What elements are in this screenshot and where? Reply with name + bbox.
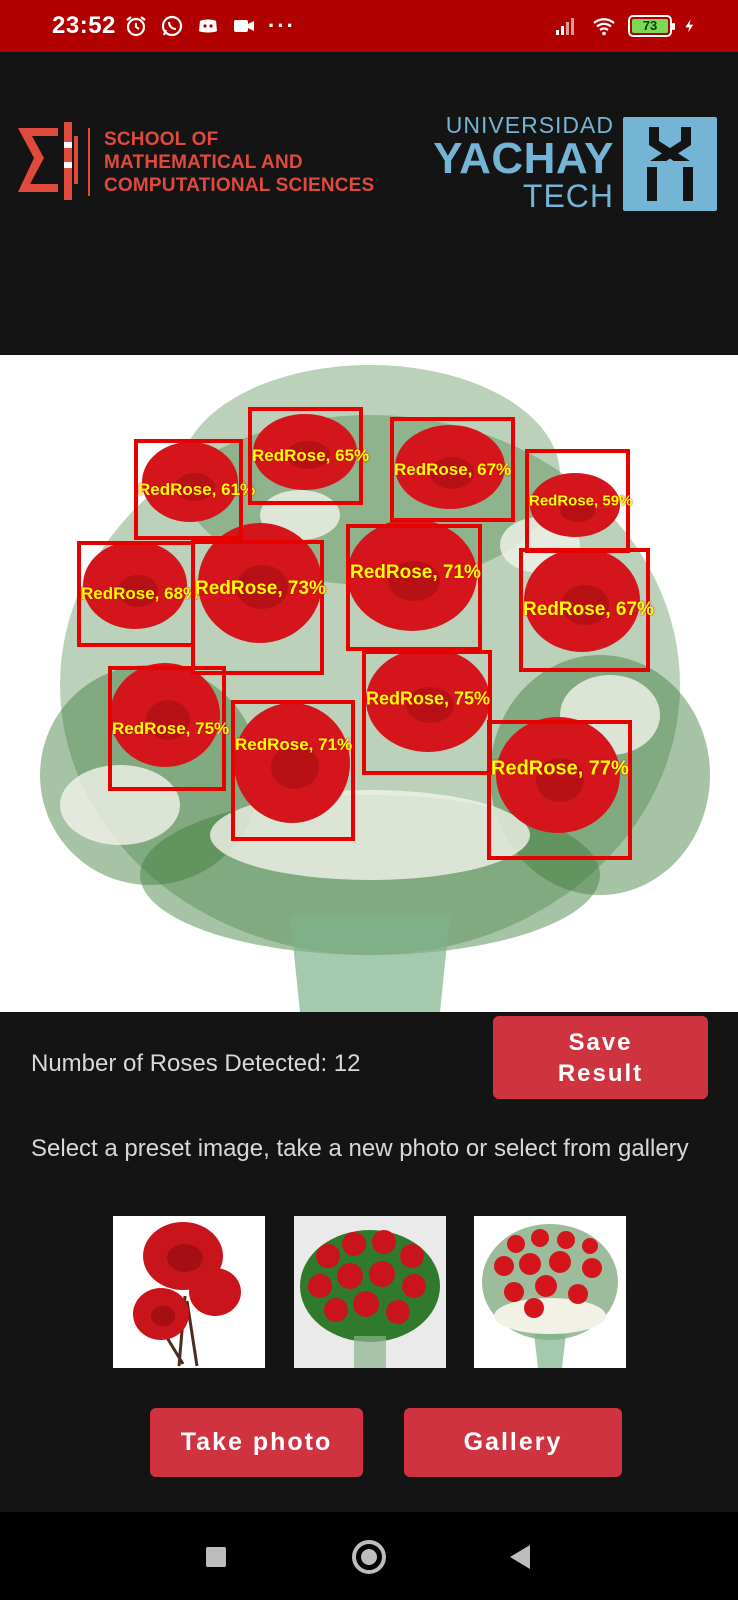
- notification-icons: ···: [124, 14, 296, 38]
- rose-count: Number of Roses Detected: 12: [31, 1050, 361, 1077]
- app-header: SCHOOL OF MATHEMATICAL AND COMPUTATIONAL…: [0, 52, 738, 355]
- detection-box: RedRose, 71%: [346, 524, 482, 651]
- university-logo: [623, 117, 717, 211]
- alarm-icon: [126, 16, 146, 37]
- more-notifications: ···: [268, 13, 296, 38]
- detection-box: RedRose, 61%: [134, 439, 256, 540]
- take-photo-button[interactable]: Take photo: [150, 1408, 363, 1477]
- school-line-1: SCHOOL OF: [104, 129, 219, 150]
- detection-image: RedRose, 61% RedRose, 65% RedRose, 67% R…: [0, 355, 738, 1012]
- detection-label: RedRose, 68%: [81, 584, 199, 603]
- detection-label: RedRose, 67%: [523, 599, 654, 620]
- video-icon: [234, 20, 254, 32]
- roses-vase-thumbnail: [474, 1216, 626, 1368]
- home-icon[interactable]: [352, 1540, 386, 1574]
- school-line-3: COMPUTATIONAL SCIENCES: [104, 175, 375, 196]
- university-line-3: TECH: [522, 178, 614, 214]
- gallery-button[interactable]: Gallery: [404, 1408, 622, 1477]
- school-line-2: MATHEMATICAL AND: [104, 152, 303, 173]
- system-status: 73: [552, 14, 698, 38]
- detection-label: RedRose, 59%: [529, 492, 633, 510]
- back-icon[interactable]: [510, 1545, 530, 1569]
- detection-box: RedRose, 68%: [77, 541, 199, 647]
- detection-label: RedRose, 61%: [138, 479, 256, 499]
- detection-label: RedRose, 75%: [366, 688, 491, 709]
- clock: 23:52: [52, 12, 116, 39]
- save-result-button[interactable]: Save Result: [493, 1016, 708, 1099]
- detection-box: RedRose, 77%: [487, 720, 632, 860]
- charging-icon: [685, 19, 694, 33]
- school-logo: [18, 122, 78, 200]
- status-bar: 23:52 ··· 73: [0, 0, 738, 52]
- detection-label: RedRose, 73%: [195, 578, 326, 599]
- battery-level: 73: [632, 19, 668, 33]
- recent-apps-icon[interactable]: [206, 1547, 226, 1567]
- detection-label: RedRose, 71%: [235, 735, 353, 754]
- detection-label: RedRose, 65%: [252, 446, 370, 465]
- detection-box: RedRose, 75%: [362, 650, 492, 775]
- detection-box: RedRose, 75%: [108, 666, 230, 791]
- preset-image-three-roses[interactable]: [113, 1216, 265, 1368]
- preset-image-roses-bouquet[interactable]: [294, 1216, 446, 1368]
- instructions-text: Select a preset image, take a new photo …: [31, 1135, 689, 1162]
- preset-image-roses-vase[interactable]: [474, 1216, 626, 1368]
- detection-label: RedRose, 77%: [491, 757, 629, 780]
- detection-label: RedRose, 67%: [394, 459, 512, 479]
- discord-icon: [199, 19, 217, 33]
- whatsapp-icon: [161, 15, 183, 37]
- logo-divider: [88, 128, 90, 196]
- university-line-2: YACHAY: [433, 134, 614, 183]
- detection-box: RedRose, 67%: [519, 548, 654, 672]
- battery-icon: 73: [628, 15, 675, 37]
- detection-box: RedRose, 73%: [191, 540, 326, 675]
- navigation-bar: [0, 1512, 738, 1600]
- detection-box: RedRose, 71%: [231, 700, 355, 841]
- school-name: SCHOOL OF MATHEMATICAL AND COMPUTATIONAL…: [104, 128, 374, 197]
- detection-box: RedRose, 67%: [390, 417, 515, 522]
- detection-box: RedRose, 65%: [248, 407, 370, 505]
- signal-icon: [556, 18, 574, 35]
- university-name: UNIVERSIDAD YACHAY TECH: [428, 112, 614, 212]
- detection-label: RedRose, 75%: [112, 718, 230, 738]
- detection-box: RedRose, 59%: [525, 449, 633, 553]
- wifi-icon: [593, 18, 615, 36]
- three-roses-thumbnail: [113, 1216, 265, 1368]
- detection-label: RedRose, 71%: [350, 562, 481, 583]
- roses-bouquet-thumbnail: [294, 1216, 446, 1368]
